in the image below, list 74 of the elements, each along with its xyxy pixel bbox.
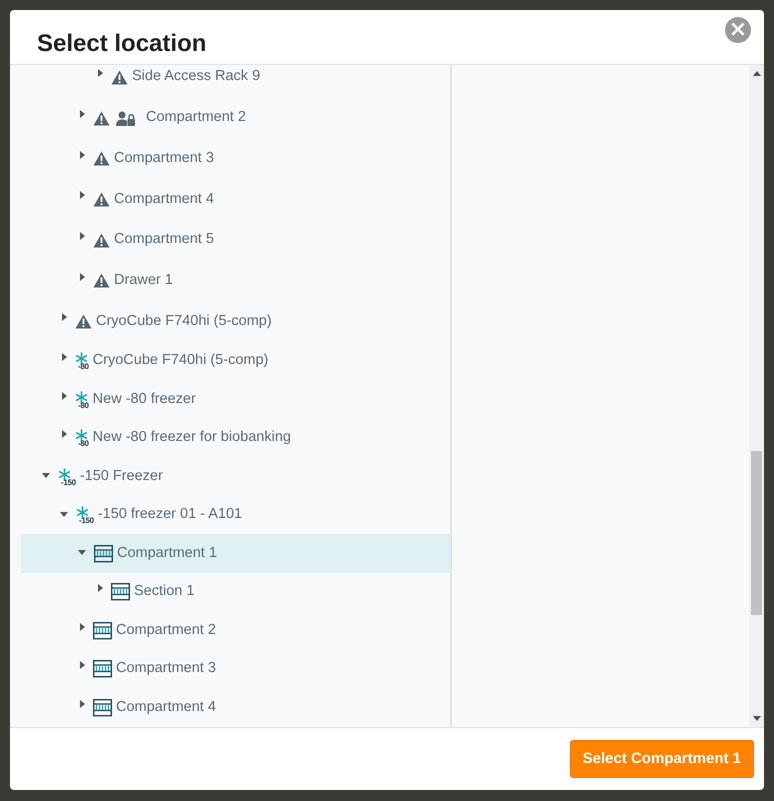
item-label: Compartment 4 bbox=[116, 698, 216, 717]
collapse-caret-icon[interactable] bbox=[42, 473, 50, 478]
item-label: Compartment 4 bbox=[114, 190, 214, 209]
warning-icon bbox=[93, 151, 110, 166]
temperature-label: -150 bbox=[79, 518, 94, 524]
expand-caret-icon[interactable] bbox=[62, 430, 67, 438]
warning-icon bbox=[93, 232, 110, 248]
item-label: Compartment 5 bbox=[114, 230, 214, 250]
item-label: Compartment 3 bbox=[114, 148, 214, 168]
tree-item[interactable]: -80 CryoCube F740hi (5-comp) bbox=[21, 342, 450, 380]
tree-item[interactable]: Compartment 5 bbox=[21, 220, 450, 260]
tree-item[interactable]: Compartment 2 bbox=[21, 611, 450, 650]
rack-icon bbox=[111, 583, 130, 602]
temperature-label: -80 bbox=[78, 402, 89, 409]
expand-caret-icon[interactable] bbox=[98, 69, 103, 78]
item-label: CryoCube F740hi (5-comp) bbox=[92, 351, 268, 370]
expand-caret-icon[interactable] bbox=[80, 622, 85, 631]
snowflake-icon bbox=[58, 468, 71, 481]
expand-caret-icon[interactable] bbox=[62, 353, 67, 362]
expand-caret-icon[interactable] bbox=[80, 232, 85, 240]
item-label: Compartment 2 bbox=[146, 108, 246, 128]
expand-caret-icon[interactable] bbox=[62, 392, 67, 400]
tree-item[interactable]: -150 -150 Freezer bbox=[21, 457, 450, 496]
item-label: New -80 freezer bbox=[92, 390, 196, 409]
expand-caret-icon[interactable] bbox=[80, 661, 85, 670]
warning-icon bbox=[111, 70, 128, 85]
collapse-caret-icon[interactable] bbox=[60, 512, 68, 517]
tree-item[interactable]: Compartment 3 bbox=[21, 138, 450, 180]
temperature-label: -150 bbox=[61, 480, 76, 486]
warning-icon bbox=[93, 192, 110, 207]
dialog-title: Select location bbox=[37, 30, 206, 58]
tree-item[interactable]: CryoCube F740hi (5-comp) bbox=[21, 301, 450, 342]
expand-caret-icon[interactable] bbox=[80, 150, 85, 159]
tree-item[interactable]: Section 1 bbox=[21, 572, 450, 612]
rack-icon bbox=[93, 698, 112, 717]
tree-item[interactable]: Compartment 3 bbox=[21, 650, 450, 688]
expand-caret-icon[interactable] bbox=[98, 584, 103, 592]
expand-caret-icon[interactable] bbox=[80, 700, 85, 708]
tree-item[interactable]: -80 New -80 freezer bbox=[21, 380, 450, 419]
item-label: Drawer 1 bbox=[114, 270, 173, 290]
item-label: Section 1 bbox=[134, 582, 194, 602]
expand-caret-icon[interactable] bbox=[62, 313, 67, 322]
temperature-label: -80 bbox=[78, 364, 89, 370]
expand-caret-icon[interactable] bbox=[80, 191, 85, 200]
item-label: Compartment 2 bbox=[116, 620, 216, 640]
tree-item[interactable]: Side Access Rack 9 bbox=[21, 65, 450, 98]
warning-icon bbox=[75, 314, 92, 329]
warning-icon bbox=[93, 110, 110, 126]
tree-item[interactable]: -80 New -80 freezer for biobanking bbox=[21, 418, 450, 458]
item-label: CryoCube F740hi (5-comp) bbox=[96, 312, 272, 331]
temperature-label: -80 bbox=[78, 441, 89, 448]
rack-icon bbox=[94, 544, 113, 563]
expand-caret-icon[interactable] bbox=[80, 272, 85, 281]
tree-item[interactable]: Compartment 4 bbox=[21, 688, 450, 727]
item-label: -150 freezer 01 - A101 bbox=[98, 505, 242, 524]
expand-caret-icon[interactable] bbox=[80, 110, 85, 118]
tree-item[interactable]: Compartment 4 bbox=[21, 179, 450, 220]
tree-item[interactable]: Compartment 1 bbox=[21, 534, 450, 573]
close-button[interactable]: × bbox=[725, 17, 751, 43]
item-label: New -80 freezer for biobanking bbox=[92, 428, 291, 448]
item-label: Compartment 1 bbox=[117, 544, 217, 563]
snowflake-icon bbox=[75, 390, 88, 404]
item-label: -150 Freezer bbox=[80, 466, 163, 486]
tree-item[interactable]: Compartment 2 bbox=[21, 98, 450, 138]
scrollbar[interactable] bbox=[749, 65, 764, 727]
tree-item[interactable]: -150 -150 freezer 01 - A101 bbox=[21, 496, 450, 534]
user-lock-icon bbox=[116, 110, 136, 126]
collapse-caret-icon[interactable] bbox=[78, 550, 86, 556]
item-label: Compartment 3 bbox=[116, 659, 216, 678]
rack-icon bbox=[93, 622, 112, 640]
tree-item[interactable]: Drawer 1 bbox=[21, 260, 450, 302]
item-label: Side Access Rack 9 bbox=[132, 67, 260, 86]
warning-icon bbox=[93, 273, 110, 288]
rack-icon bbox=[93, 660, 112, 678]
